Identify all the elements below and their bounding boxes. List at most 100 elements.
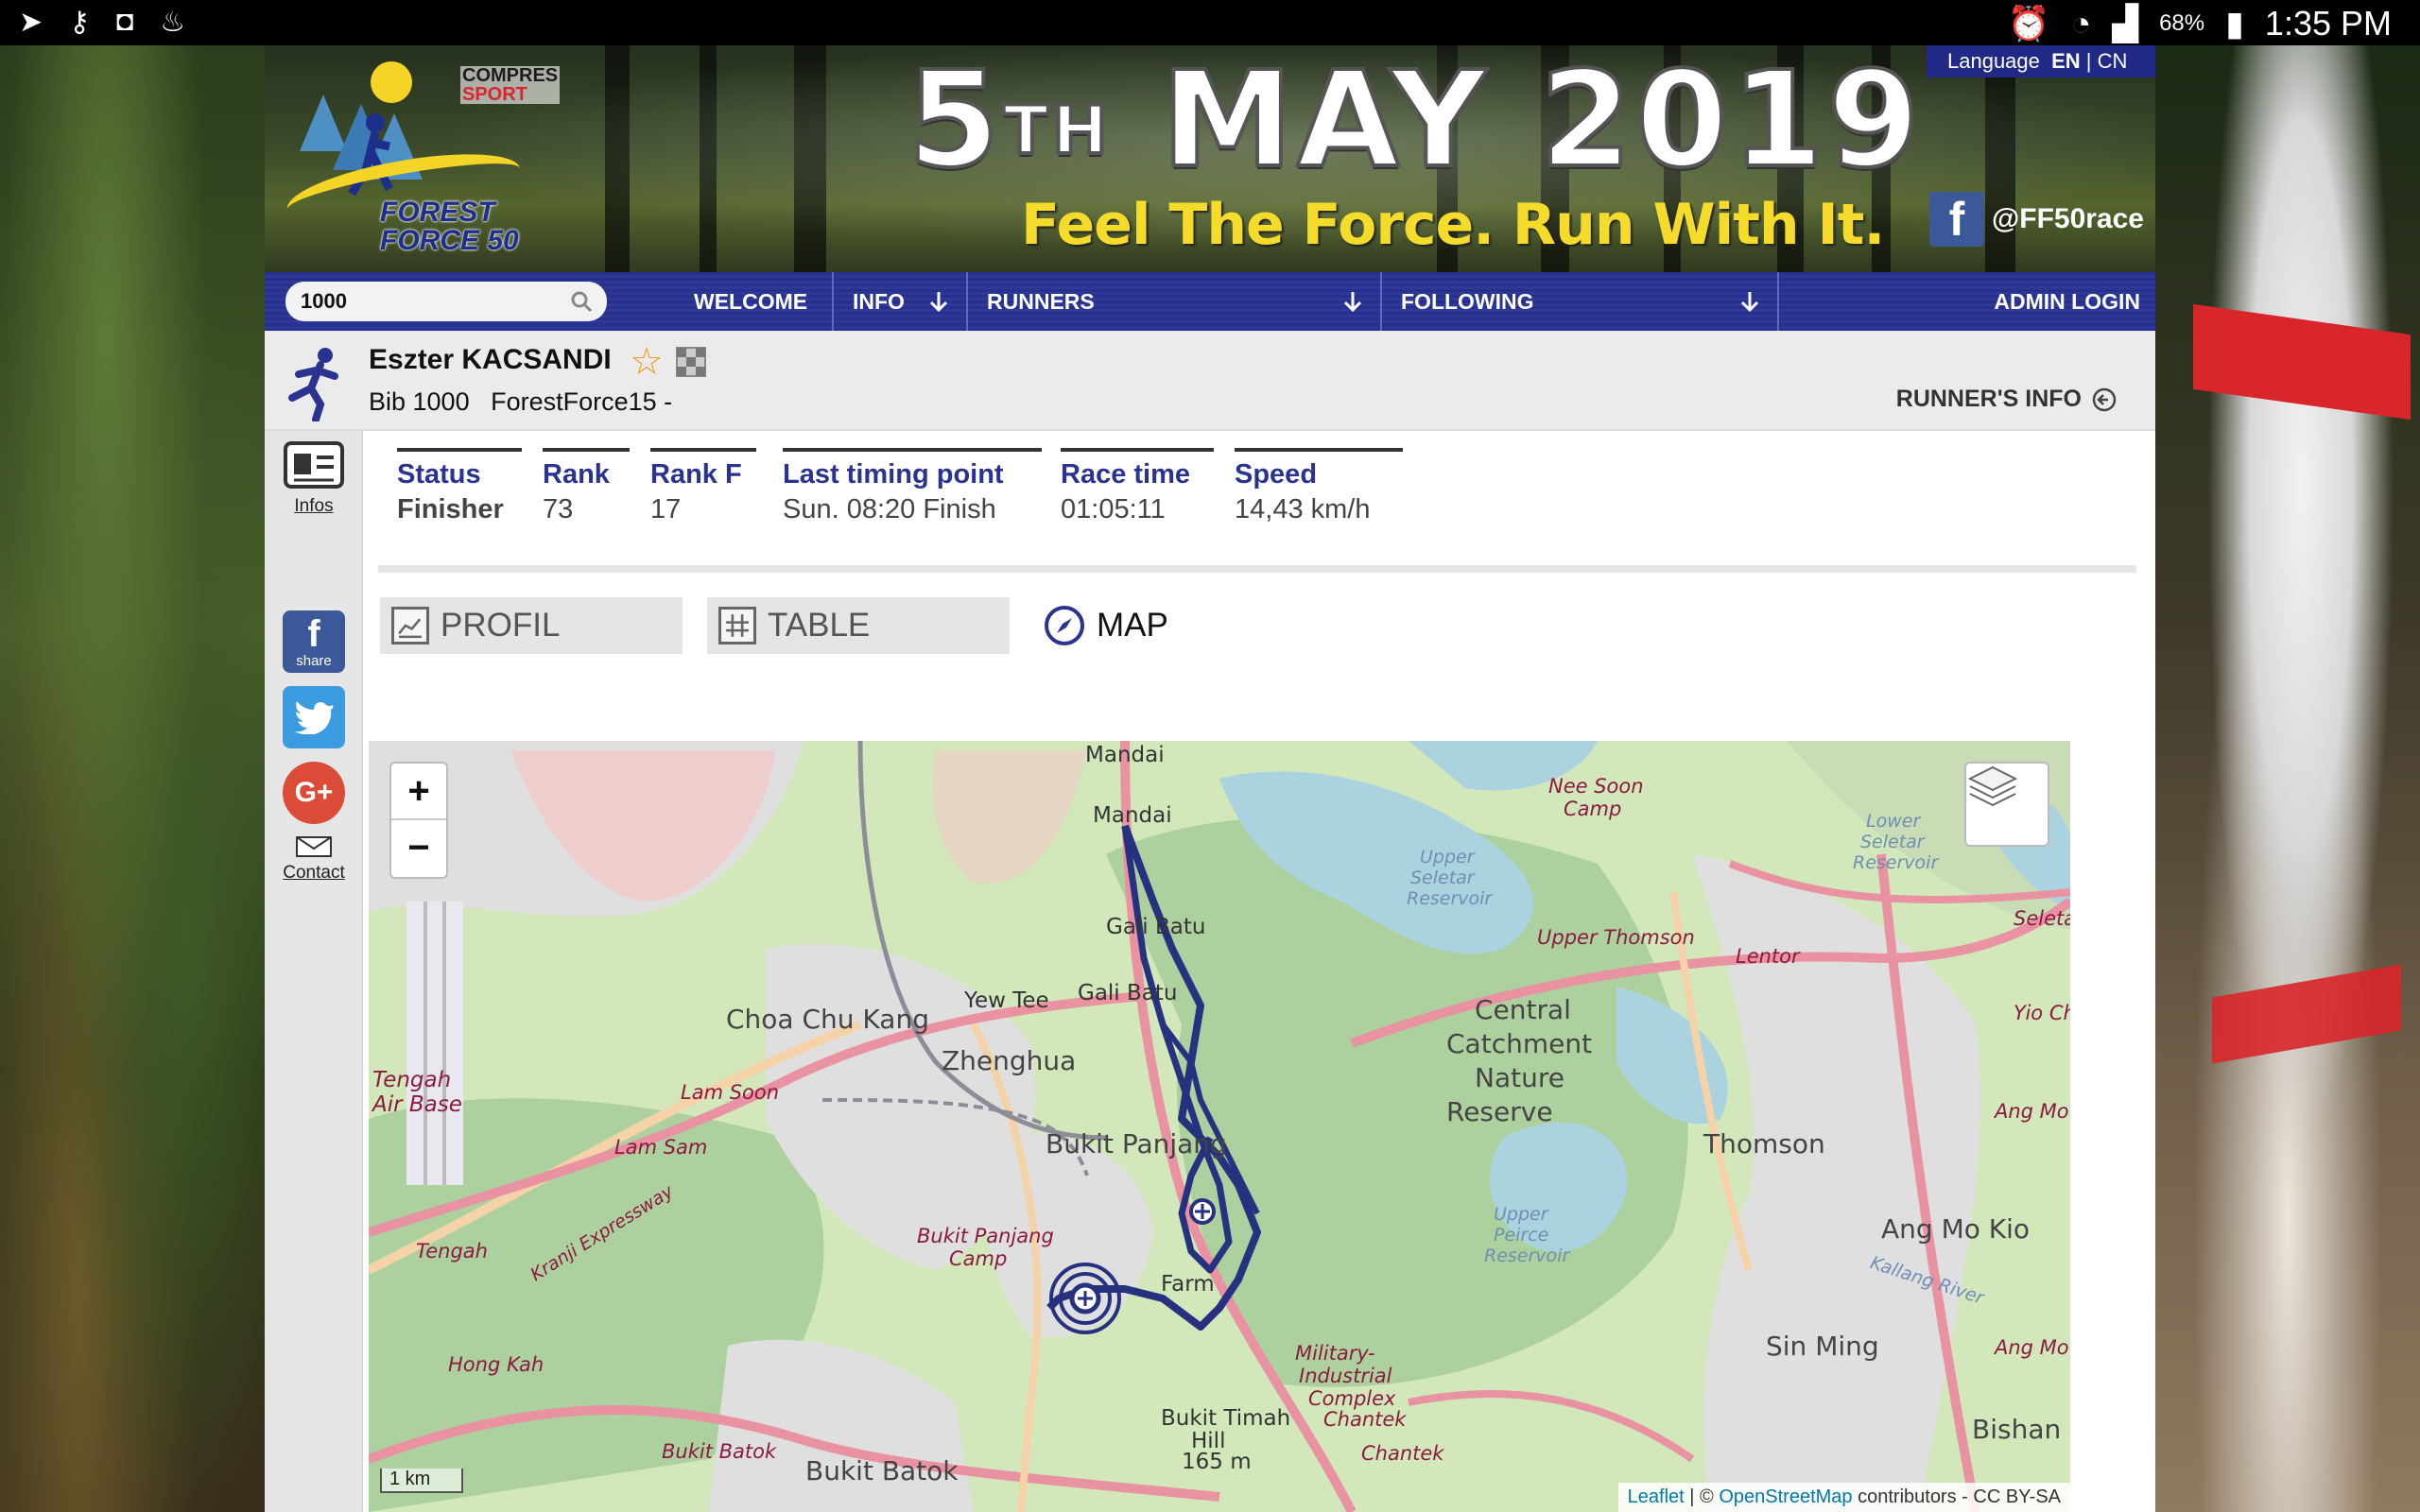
facebook-link[interactable]: f @FF50race bbox=[1928, 192, 2144, 247]
sponsor-text: COMPRES bbox=[462, 65, 559, 86]
left-sidebar: Infos f share G+ Contact bbox=[265, 431, 363, 1512]
nav-runners[interactable]: RUNNERS bbox=[968, 272, 1095, 331]
facebook-icon: f bbox=[307, 612, 320, 655]
map-label: Upper bbox=[1494, 1204, 1548, 1225]
stat-rank-f: Rank F 17 bbox=[650, 448, 756, 525]
google-plus-share-button[interactable]: G+ bbox=[278, 762, 350, 824]
stat-status: Status Finisher bbox=[397, 448, 522, 525]
map-label: Mandai bbox=[1093, 803, 1172, 828]
zoom-control: + − bbox=[389, 762, 448, 879]
map-label: Camp bbox=[1564, 798, 1622, 820]
arrow-down-icon[interactable] bbox=[1340, 289, 1365, 314]
forest-force-logo[interactable]: COMPRES SPORT FOREST FORCE 50 bbox=[276, 57, 579, 266]
runner-header: Eszter KACSANDI ☆ Bib 1000 ForestForce15… bbox=[265, 331, 2155, 431]
map-label: Central bbox=[1475, 994, 1571, 1025]
wifi-icon: ◔ bbox=[2070, 4, 2092, 43]
runners-info-button[interactable]: RUNNER'S INFO bbox=[1896, 386, 2118, 413]
map-label: Tengah bbox=[416, 1240, 488, 1263]
tab-profil[interactable]: PROFIL bbox=[380, 597, 683, 654]
map-label: Gali Batu bbox=[1106, 915, 1206, 939]
arrow-down-icon[interactable] bbox=[926, 289, 951, 314]
arrow-down-icon[interactable] bbox=[1737, 289, 1762, 314]
zoom-out-button[interactable]: − bbox=[391, 820, 446, 877]
battery-icon: ▮ bbox=[2225, 4, 2244, 43]
map-label: Mandai bbox=[1085, 743, 1165, 767]
google-plus-icon: G+ bbox=[283, 762, 345, 824]
map-attribution: Leaflet | © OpenStreetMap contributors -… bbox=[1617, 1483, 2070, 1512]
map-label: Reservoir bbox=[1407, 888, 1493, 909]
facebook-icon: f bbox=[1928, 192, 1984, 247]
nav-following[interactable]: FOLLOWING bbox=[1382, 272, 1534, 331]
envelope-icon bbox=[296, 836, 332, 857]
map-label: Gali Batu bbox=[1078, 981, 1178, 1005]
osm-link[interactable]: OpenStreetMap bbox=[1719, 1486, 1852, 1507]
map-label: Military- bbox=[1295, 1342, 1375, 1365]
contact-link[interactable]: Contact bbox=[278, 835, 350, 884]
map-label: Seletar bbox=[2014, 907, 2070, 930]
map-label: Bishan bbox=[1972, 1414, 2062, 1445]
stat-rank: Rank 73 bbox=[543, 448, 630, 525]
zoom-in-button[interactable]: + bbox=[391, 764, 446, 820]
runner-name: Eszter KACSANDI bbox=[369, 344, 612, 375]
map-label: Bukit Panjang bbox=[1046, 1128, 1227, 1160]
search-icon[interactable] bbox=[569, 289, 594, 314]
map-label: Ang Mo Kio bbox=[1881, 1213, 2031, 1245]
event-date: 5TH MAY 2019 bbox=[906, 45, 1924, 198]
map-label: Lentor bbox=[1736, 945, 1800, 968]
search-input[interactable]: 1000 bbox=[285, 282, 607, 321]
map-label: Sin Ming bbox=[1766, 1331, 1879, 1362]
section-divider bbox=[378, 565, 2136, 573]
brand-line-1: FOREST bbox=[380, 197, 495, 228]
map-label: Camp bbox=[949, 1247, 1008, 1270]
map-label: Complex bbox=[1308, 1387, 1396, 1410]
map-label: Tengah bbox=[372, 1068, 452, 1092]
chart-icon bbox=[391, 607, 429, 644]
background-photo-left bbox=[0, 45, 265, 1512]
battery-percent: 68% bbox=[2159, 10, 2205, 36]
main-panel: COMPRES SPORT FOREST FORCE 50 5TH MAY 2019… bbox=[265, 45, 2155, 1512]
map-label: Lam Soon bbox=[681, 1081, 780, 1104]
map-label: Peirce bbox=[1494, 1225, 1549, 1246]
sidebar-infos[interactable]: Infos bbox=[278, 440, 350, 517]
event-banner: COMPRES SPORT FOREST FORCE 50 5TH MAY 2019… bbox=[265, 45, 2155, 272]
map-label: Reservoir bbox=[1484, 1246, 1570, 1266]
map-label: Air Base bbox=[372, 1092, 462, 1117]
lang-en-link[interactable]: EN bbox=[2051, 49, 2081, 73]
map-label: Upper Thomson bbox=[1537, 926, 1695, 949]
map-label: Nature bbox=[1475, 1062, 1564, 1093]
route-map[interactable]: Mandai Mandai Gali Batu Gali Batu Choa C… bbox=[369, 741, 2070, 1512]
layers-button[interactable] bbox=[1964, 762, 2049, 847]
infos-label: Infos bbox=[294, 496, 334, 516]
key-icon: ⚷ bbox=[69, 7, 91, 38]
map-label: Upper bbox=[1420, 847, 1475, 868]
lang-cn-link[interactable]: CN bbox=[2098, 49, 2128, 73]
map-label: Hong Kah bbox=[448, 1353, 544, 1376]
map-label: Seletar bbox=[1410, 868, 1475, 888]
stat-race-time: Race time 01:05:11 bbox=[1061, 448, 1214, 525]
main-nav: 1000 WELCOME INFO RUNNERS FOLLOWING ADMI… bbox=[265, 272, 2155, 331]
grid-icon bbox=[718, 607, 756, 644]
facebook-handle: @FF50race bbox=[1991, 203, 2144, 234]
tab-map[interactable]: MAP bbox=[1044, 597, 1168, 654]
map-label: Chantek bbox=[1361, 1442, 1444, 1465]
map-label: Ang Mo bbox=[1995, 1336, 2069, 1359]
event-tagline: Feel The Force. Run With It. bbox=[1021, 192, 1885, 258]
tab-table[interactable]: TABLE bbox=[707, 597, 1010, 654]
clock: 1:35 PM bbox=[2264, 4, 2392, 43]
nav-admin-login[interactable]: ADMIN LOGIN bbox=[1975, 272, 2140, 331]
nav-welcome[interactable]: WELCOME bbox=[675, 272, 807, 331]
map-label: Thomson bbox=[1703, 1128, 1825, 1160]
compass-icon bbox=[1045, 606, 1084, 645]
twitter-share-button[interactable] bbox=[278, 686, 350, 748]
map-label: Zhenghua bbox=[942, 1045, 1077, 1076]
instagram-icon: ◘ bbox=[116, 6, 134, 37]
sponsor-text-2: SPORT bbox=[462, 84, 527, 105]
language-label: Language bbox=[1947, 49, 2040, 73]
favorite-star-icon[interactable]: ☆ bbox=[630, 340, 664, 384]
share-label: share bbox=[296, 652, 332, 669]
facebook-share-button[interactable]: f share bbox=[278, 610, 350, 673]
map-label: Bukit Batok bbox=[662, 1440, 777, 1463]
nav-info[interactable]: INFO bbox=[834, 272, 905, 331]
leaflet-link[interactable]: Leaflet bbox=[1628, 1486, 1685, 1507]
map-label: Lam Sam bbox=[614, 1136, 708, 1159]
